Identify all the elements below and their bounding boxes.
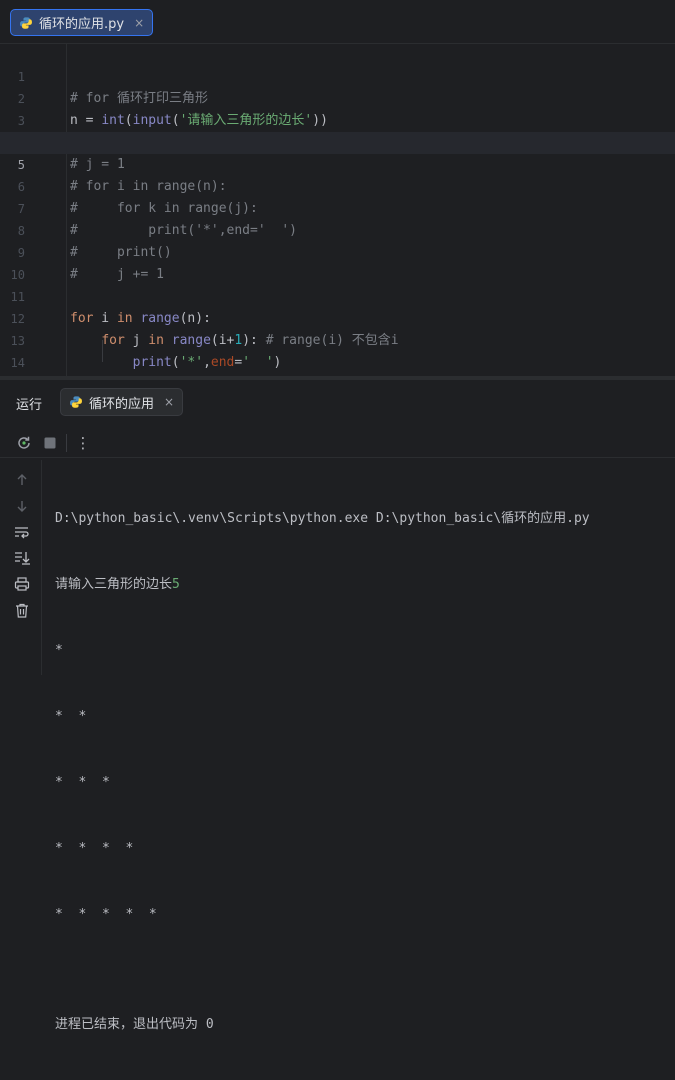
editor-tab-label: 循环的应用.py <box>39 17 125 32</box>
more-options-icon[interactable]: ⋮ <box>74 434 92 452</box>
stop-icon[interactable] <box>41 434 59 452</box>
console-side-toolbar <box>0 460 42 675</box>
console-prompt-line: 请输入三角形的边长5 <box>55 574 670 596</box>
console-output[interactable]: D:\python_basic\.venv\Scripts\python.exe… <box>55 464 670 1080</box>
code-line[interactable]: 1 # for 循环打印三角形 <box>0 44 675 106</box>
run-toolbar: ⋮ <box>0 428 675 458</box>
python-file-icon <box>20 16 32 29</box>
console-output-row: * * * <box>55 775 110 790</box>
scroll-to-end-icon[interactable] <box>14 550 30 566</box>
code-line[interactable]: 3 # <box>0 88 675 150</box>
code-line[interactable]: 2 n = int(input('请输入三角形的边长')) <box>0 66 675 128</box>
code-editor[interactable]: 1 # for 循环打印三角形 2 n = int(input('请输入三角形的… <box>0 44 675 392</box>
trash-icon[interactable] <box>14 602 30 618</box>
code-line[interactable]: 13 print('*',end=' ') <box>0 308 675 370</box>
run-tab[interactable]: 循环的应用 × <box>60 388 184 416</box>
code-line[interactable]: 9 # j += 1 <box>0 220 675 282</box>
print-icon[interactable] <box>14 576 30 592</box>
close-icon[interactable]: × <box>134 16 144 30</box>
arrow-up-icon[interactable] <box>14 472 30 488</box>
editor-tab-bar: 循环的应用.py × <box>0 0 675 44</box>
run-panel-title: 运行 <box>16 398 43 413</box>
code-line[interactable]: 15 <box>0 352 675 392</box>
run-panel: 运行 循环的应用 × ⋮ D:\python_basic\.venv\Scrip… <box>0 376 675 1032</box>
console-prompt: 请输入三角形的边长 <box>55 577 173 592</box>
code-line[interactable]: 6 # for k in range(j): <box>0 154 675 216</box>
arrow-down-icon[interactable] <box>14 498 30 514</box>
console-exit-message: 进程已结束，退出代码为 0 <box>55 1017 214 1032</box>
toolbar-separator <box>66 434 67 452</box>
console-command-line: D:\python_basic\.venv\Scripts\python.exe… <box>55 511 590 526</box>
rerun-icon[interactable] <box>15 434 33 452</box>
console-output-row: * * * * * <box>55 907 157 922</box>
python-file-icon <box>70 396 82 408</box>
run-header: 运行 循环的应用 × <box>0 380 675 424</box>
code-line[interactable]: 8 # print() <box>0 198 675 260</box>
soft-wrap-icon[interactable] <box>14 524 30 540</box>
code-line[interactable]: 14 print() <box>0 330 675 392</box>
editor-tab-file[interactable]: 循环的应用.py × <box>10 9 154 36</box>
console-output-row: * <box>55 643 63 658</box>
console-output-row: * * <box>55 709 87 724</box>
code-line[interactable]: 11 for i in range(n): <box>0 264 675 326</box>
console-user-input: 5 <box>172 577 180 592</box>
console-output-row: * * * * <box>55 841 134 856</box>
code-line[interactable]: 10 <box>0 242 675 282</box>
code-line[interactable]: 12 for j in range(i+1): # range(i) 不包含i <box>0 286 675 348</box>
code-line[interactable]: 7 # print('*',end=' ') <box>0 176 675 238</box>
code-line-current[interactable]: 5 # for i in range(n): <box>0 132 675 194</box>
code-line[interactable]: 4 # j = 1 <box>0 110 675 172</box>
close-icon[interactable]: × <box>164 395 174 409</box>
run-tab-label: 循环的应用 <box>89 396 155 412</box>
